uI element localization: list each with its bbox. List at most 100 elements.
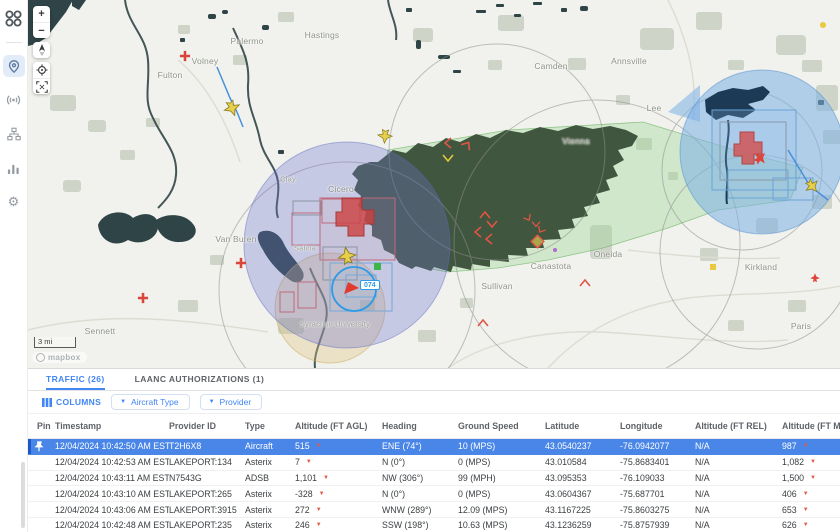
zoom-in-button[interactable]: + xyxy=(33,6,50,22)
longitude-cell: -76.0942077 xyxy=(620,441,695,451)
column-header-type[interactable]: Type xyxy=(245,421,295,431)
latitude-cell: 43.1236259 xyxy=(545,520,620,530)
tab-laanc-authorizations[interactable]: LAANC AUTHORIZATIONS (1) xyxy=(135,374,265,390)
timestamp-cell: 12/04/2024 10:43:11 AM EST xyxy=(55,473,169,483)
column-header-ground-speed[interactable]: Ground Speed xyxy=(458,421,545,431)
timestamp-cell: 12/04/2024 10:42:53 AM EST xyxy=(55,457,169,467)
sidebar-item-settings[interactable]: ⚙ xyxy=(3,191,25,213)
mapbox-attribution[interactable]: mapbox xyxy=(32,352,87,363)
apps-logo-icon[interactable] xyxy=(5,10,22,32)
drone-detect-button[interactable] xyxy=(33,78,50,94)
left-sidebar: ⚙ xyxy=(0,0,28,532)
sidebar-item-analytics[interactable] xyxy=(3,157,25,179)
column-header-longitude[interactable]: Longitude xyxy=(620,421,695,431)
column-header-altitude-ft-rel[interactable]: Altitude (FT REL) xyxy=(695,421,782,431)
traffic-monitoring-app: ⚙ xyxy=(0,0,840,532)
column-header-altitude-ft-msl[interactable]: Altitude (FT MSL) xyxy=(782,421,840,431)
alt-rel-cell: N/A xyxy=(695,457,782,467)
provider-id-cell: LAKEPORT:134 xyxy=(169,457,245,467)
compass-button[interactable] xyxy=(33,42,50,58)
ground-speed-cell: 99 (MPH) xyxy=(458,473,545,483)
latitude-cell: 43.1167225 xyxy=(545,505,620,515)
column-header-timestamp[interactable]: Timestamp xyxy=(55,421,169,431)
trend-down-icon: ▼ xyxy=(803,522,809,528)
pin-cell xyxy=(28,441,55,452)
trend-down-icon: ▼ xyxy=(803,443,809,449)
table-toolbar: COLUMNS ▼ Aircraft Type ▼ Provider xyxy=(28,391,840,414)
column-header-latitude[interactable]: Latitude xyxy=(545,421,620,431)
provider-filter[interactable]: ▼ Provider xyxy=(200,394,263,410)
heading-cell: SSW (198°) xyxy=(382,520,458,530)
map-scale-bar: 3 mi xyxy=(34,337,76,348)
latitude-cell: 43.095353 xyxy=(545,473,620,483)
sidebar-item-broadcast[interactable] xyxy=(3,89,25,111)
location-pin-icon xyxy=(7,59,21,74)
sidebar-item-hierarchy[interactable] xyxy=(3,123,25,145)
ground-speed-cell: 12.09 (MPS) xyxy=(458,505,545,515)
trend-down-icon: ▼ xyxy=(810,475,816,481)
latitude-cell: 43.0540237 xyxy=(545,441,620,451)
trend-down-icon: ▼ xyxy=(803,507,809,513)
column-header-heading[interactable]: Heading xyxy=(382,421,458,431)
longitude-cell: -76.109033 xyxy=(620,473,695,483)
geolocate-button[interactable] xyxy=(33,62,50,78)
heading-cell: WNW (289°) xyxy=(382,505,458,515)
latitude-cell: 43.010584 xyxy=(545,457,620,467)
trend-down-icon: ▼ xyxy=(316,507,322,513)
track-altitude-chip[interactable]: 074 xyxy=(360,280,380,290)
pin-icon xyxy=(35,441,44,452)
table-row[interactable]: 12/04/2024 10:42:50 AM ESTT2H6X8Aircraft… xyxy=(28,439,840,455)
type-cell: Asterix xyxy=(245,457,295,467)
table-row[interactable]: 12/04/2024 10:42:53 AM ESTLAKEPORT:134As… xyxy=(28,455,840,471)
tab-traffic[interactable]: TRAFFIC (26) xyxy=(46,374,105,390)
column-header-altitude-ft-agl[interactable]: Altitude (FT AGL) xyxy=(295,421,382,431)
drone-detect-icon xyxy=(36,81,48,93)
trend-down-icon: ▼ xyxy=(803,491,809,497)
columns-button[interactable]: COLUMNS xyxy=(42,397,101,407)
alt-rel-cell: N/A xyxy=(695,473,782,483)
longitude-cell: -75.687701 xyxy=(620,489,695,499)
table-scrollbar[interactable] xyxy=(21,462,25,528)
alt-msl-cell: 653▼ xyxy=(782,505,840,515)
provider-id-cell: LAKEPORT:265 xyxy=(169,489,245,499)
compass-needle-icon xyxy=(37,44,47,56)
table-row[interactable]: 12/04/2024 10:43:06 AM ESTLAKEPORT:3915A… xyxy=(28,502,840,518)
type-cell: Asterix xyxy=(245,489,295,499)
trend-down-icon: ▼ xyxy=(316,443,322,449)
provider-id-cell: T2H6X8 xyxy=(169,441,245,451)
alt-agl-cell: 1,101▼ xyxy=(295,473,382,483)
type-cell: Asterix xyxy=(245,520,295,530)
trend-down-icon: ▼ xyxy=(323,475,329,481)
column-header-pin[interactable]: Pin xyxy=(28,421,55,431)
alt-agl-cell: 246▼ xyxy=(295,520,382,530)
table-row[interactable]: 12/04/2024 10:43:10 AM ESTLAKEPORT:265As… xyxy=(28,486,840,502)
chevron-down-icon: ▼ xyxy=(120,399,126,405)
table-row[interactable]: 12/04/2024 10:43:11 AM ESTN7543GADSB1,10… xyxy=(28,471,840,487)
heading-cell: ENE (74°) xyxy=(382,441,458,451)
alt-rel-cell: N/A xyxy=(695,489,782,499)
type-cell: Aircraft xyxy=(245,441,295,451)
sitemap-icon xyxy=(7,127,21,141)
zoom-out-button[interactable]: − xyxy=(33,22,50,38)
columns-icon xyxy=(42,398,52,407)
table-header-row: PinTimestampProvider IDTypeAltitude (FT … xyxy=(28,414,840,439)
provider-id-cell: LAKEPORT:3915 xyxy=(169,505,245,515)
timestamp-cell: 12/04/2024 10:42:50 AM EST xyxy=(55,441,169,451)
map-canvas[interactable]: FultonVolneyPalermoHastingsCamdenAnnsvil… xyxy=(28,0,840,368)
trend-down-icon: ▼ xyxy=(319,491,325,497)
geolocate-icon xyxy=(36,64,48,76)
sidebar-item-map-pins[interactable] xyxy=(3,55,25,77)
map-controls: + − xyxy=(33,6,50,94)
trend-down-icon: ▼ xyxy=(306,459,312,465)
table-row[interactable]: 12/04/2024 10:42:48 AM ESTLAKEPORT:235As… xyxy=(28,518,840,532)
chevron-down-icon: ▼ xyxy=(209,399,215,405)
column-header-provider-id[interactable]: Provider ID xyxy=(169,421,245,431)
type-cell: Asterix xyxy=(245,505,295,515)
aircraft-type-filter[interactable]: ▼ Aircraft Type xyxy=(111,394,190,410)
ground-speed-cell: 10 (MPS) xyxy=(458,441,545,451)
alt-msl-cell: 987▼ xyxy=(782,441,840,451)
alt-msl-cell: 406▼ xyxy=(782,489,840,499)
bar-chart-icon xyxy=(7,162,20,175)
panel-tab-bar: TRAFFIC (26) LAANC AUTHORIZATIONS (1) xyxy=(28,369,840,391)
traffic-panel: TRAFFIC (26) LAANC AUTHORIZATIONS (1) CO… xyxy=(28,368,840,532)
